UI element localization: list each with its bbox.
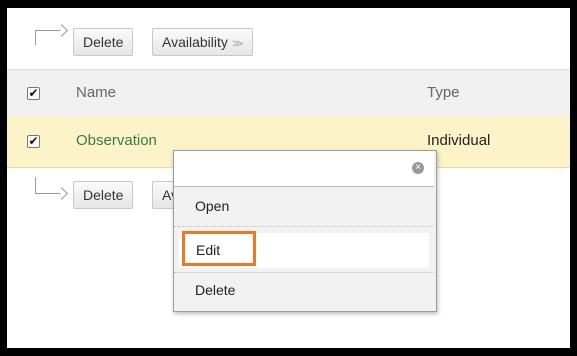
item-type: Individual (427, 132, 491, 149)
row-checkbox[interactable]: ✔ (27, 135, 40, 148)
select-all-checkbox[interactable]: ✔ (27, 87, 40, 100)
top-action-bar: Delete Availability ≫ (7, 24, 570, 64)
menu-search-input[interactable]: × (174, 151, 434, 187)
edit-highlight-box (182, 231, 256, 266)
column-header-name[interactable]: Name (76, 84, 116, 101)
menu-divider (174, 226, 434, 227)
delete-button[interactable]: Delete (73, 28, 134, 56)
menu-divider (174, 272, 434, 273)
availability-button[interactable]: Availability ≫ (152, 28, 254, 56)
arrow-icon (35, 177, 68, 200)
chevron-down-icon: ≫ (231, 38, 244, 50)
table-header-row: ✔ Name Type (7, 69, 570, 117)
grade-center-panel: Delete Availability ≫ ✔ Name Type ✔ Obser… (7, 8, 570, 348)
availability-label: Availability (162, 34, 228, 50)
menu-item-delete[interactable]: Delete (174, 275, 434, 305)
context-menu: × Open Edit Delete (173, 150, 437, 312)
delete-button[interactable]: Delete (73, 181, 134, 209)
menu-item-open[interactable]: Open (174, 191, 434, 221)
arrow-icon (35, 24, 68, 45)
clear-icon[interactable]: × (412, 162, 424, 174)
column-header-type[interactable]: Type (427, 84, 460, 101)
item-name-link[interactable]: Observation (76, 132, 157, 149)
